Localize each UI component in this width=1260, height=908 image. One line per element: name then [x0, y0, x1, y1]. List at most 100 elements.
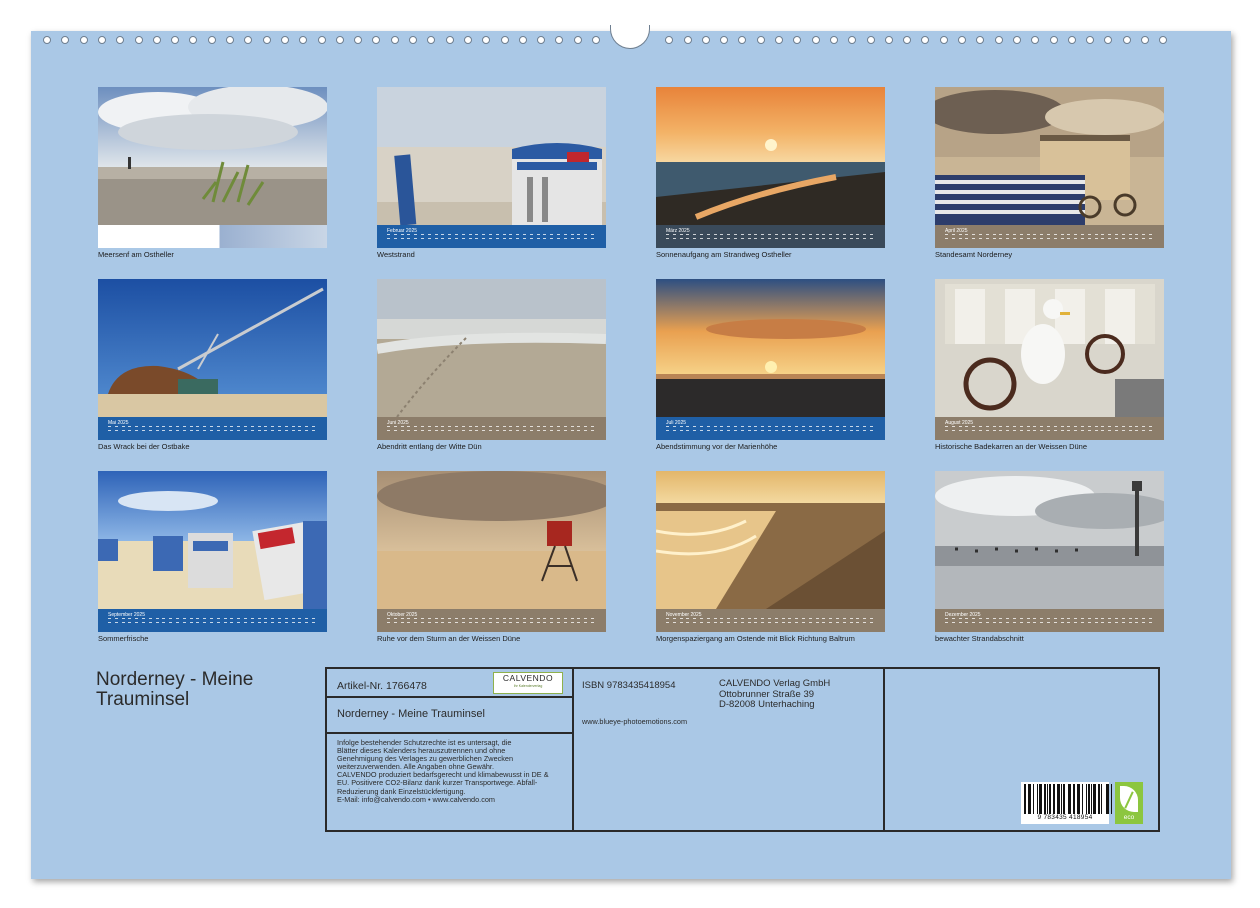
binding-hole — [829, 36, 838, 44]
binding-hole — [884, 36, 893, 44]
isbn: ISBN 9783435418954 — [582, 680, 676, 691]
binding-hole — [189, 36, 198, 44]
binding-hole — [152, 36, 161, 44]
binding-hole — [354, 36, 363, 44]
eco-leaf-icon: eco — [1115, 782, 1143, 824]
calvendo-logo: CALVENDO Ihr Kalenderverlag — [493, 672, 563, 694]
calendar-strip: Juli 2025 — [656, 417, 885, 440]
binding-hole — [97, 36, 106, 44]
month-photo — [98, 279, 327, 417]
month-photo — [98, 87, 327, 225]
binding-hole — [866, 36, 875, 44]
binding-hole — [1049, 36, 1058, 44]
article-number: Artikel-Nr. 1766478 — [337, 680, 427, 692]
photo-caption: Sommerfrische — [98, 634, 149, 643]
calendar-strip: Dezember 2025 — [935, 609, 1164, 632]
publisher-address: CALVENDO Verlag GmbH Ottobrunner Straße 3… — [719, 678, 831, 711]
photo-caption: Das Wrack bei der Ostbake — [98, 442, 190, 451]
binding-hole — [116, 36, 125, 44]
binding-hole — [372, 36, 381, 44]
binding-hole — [171, 36, 180, 44]
day-grid — [945, 426, 1155, 435]
binding-hole — [683, 36, 692, 44]
photo-caption: Historische Badekarren an der Weissen Dü… — [935, 442, 1088, 451]
binding-hole — [665, 36, 674, 44]
binding-hole — [738, 36, 747, 44]
month-photo — [656, 87, 885, 225]
binding-hole — [1141, 36, 1149, 44]
binding-hole — [1104, 36, 1113, 44]
day-grid — [108, 618, 318, 627]
barcode: 9 783435 418954 — [1021, 782, 1127, 824]
calendar-title: Norderney - Meine Trauminsel — [96, 669, 254, 710]
binding-hole — [79, 36, 88, 44]
calendar-strip: März 2025 — [656, 225, 885, 248]
binding-hole — [793, 36, 802, 44]
binding-hole — [848, 36, 857, 44]
binding-hole — [226, 36, 234, 44]
calendar-strip — [98, 225, 327, 248]
website-link[interactable]: www.blueye-photoemotions.com — [582, 717, 687, 726]
day-grid — [387, 426, 597, 435]
binding-hole — [299, 36, 308, 44]
binding-hole — [427, 36, 436, 44]
publisher-line: D-82008 Unterhaching — [719, 699, 815, 710]
calendar-strip: August 2025 — [935, 417, 1164, 440]
binding-hole — [244, 36, 253, 44]
calendar-strip: September 2025 — [98, 609, 327, 632]
legal-notice: Infolge bestehender Schutzrechte ist es … — [337, 738, 569, 804]
day-grid — [945, 618, 1155, 627]
binding-hole — [573, 36, 582, 44]
binding-hole — [994, 36, 1003, 44]
binding-hole — [317, 36, 326, 44]
binding-hole — [720, 36, 729, 44]
photo-caption: Abendritt entlang der Witte Dün — [377, 442, 482, 451]
day-grid — [666, 426, 876, 435]
photo-caption: Sonnenaufgang am Strandweg Ostheller — [656, 250, 792, 259]
photo-caption: Ruhe vor dem Sturm an der Weissen Düne — [377, 634, 521, 643]
binding-hole — [1031, 36, 1040, 44]
day-grid — [108, 426, 318, 435]
photo-caption: Meersenf am Ostheller — [98, 250, 174, 259]
legal-line: E-Mail: info@calvendo.com • www.calvendo… — [337, 794, 495, 804]
month-photo — [98, 471, 327, 609]
photo-caption: Abendstimmung vor der Marienhöhe — [656, 442, 778, 451]
month-photo — [377, 279, 606, 417]
day-grid — [666, 234, 876, 243]
photo-caption: Morgenspaziergang am Ostende mit Blick R… — [656, 634, 855, 643]
binding-hole — [1159, 36, 1168, 44]
binding-hole — [976, 36, 985, 44]
binding-hole — [207, 36, 216, 44]
month-photo — [377, 87, 606, 225]
day-grid — [387, 618, 597, 627]
binding-hole — [921, 36, 930, 44]
binding-hole — [555, 36, 564, 44]
calendar-strip: Februar 2025 — [377, 225, 606, 248]
day-grid — [666, 618, 876, 627]
binding-hole — [592, 36, 600, 44]
month-photo — [656, 279, 885, 417]
binding-hole — [939, 36, 948, 44]
calendar-strip: Oktober 2025 — [377, 609, 606, 632]
publisher-line: CALVENDO Verlag GmbH — [719, 678, 831, 689]
binding-hole — [134, 36, 143, 44]
month-photo — [935, 471, 1164, 609]
binding-hole — [500, 36, 509, 44]
product-title: Norderney - Meine Trauminsel — [337, 708, 485, 720]
day-grid — [387, 234, 597, 243]
binding-hole — [482, 36, 491, 44]
info-box: Artikel-Nr. 1766478 CALVENDO Ihr Kalende… — [325, 667, 1160, 832]
binding-hole — [1012, 36, 1021, 44]
binding-hole — [775, 36, 783, 44]
binding-hole — [1086, 36, 1095, 44]
calendar-strip: November 2025 — [656, 609, 885, 632]
binding-hole — [1122, 36, 1131, 44]
calendar-strip: Mai 2025 — [98, 417, 327, 440]
binding-hole — [61, 36, 70, 44]
binding-hole — [445, 36, 454, 44]
binding-hole — [903, 36, 912, 44]
binding-hole — [43, 36, 51, 44]
binding-hole — [811, 36, 820, 44]
binding-hole — [756, 36, 765, 44]
binding-hole — [518, 36, 527, 44]
